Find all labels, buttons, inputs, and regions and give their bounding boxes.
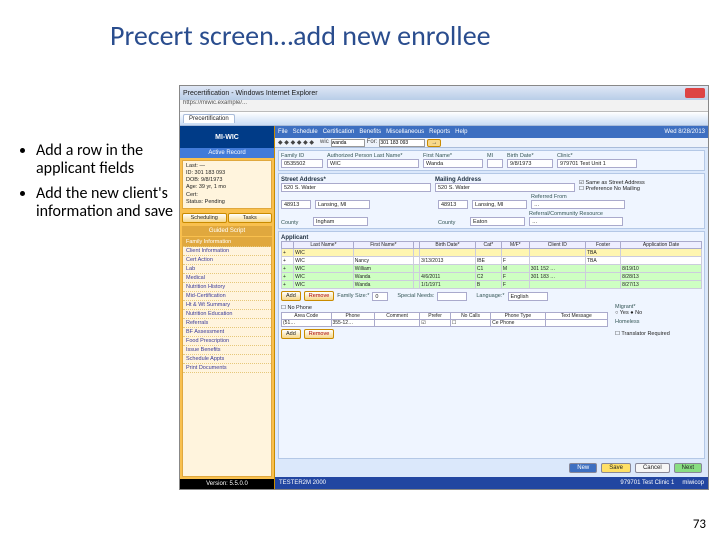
embedded-screenshot: Precertification - Windows Internet Expl… [179, 85, 709, 490]
nav-bf-assessment[interactable]: BF Assessment [183, 328, 271, 337]
url-bar[interactable]: https://miwic.example/... [180, 100, 708, 112]
search-name-input[interactable] [331, 139, 365, 147]
family-size-field[interactable]: 0 [372, 292, 388, 301]
save-button[interactable]: Save [601, 463, 631, 473]
street-address-field[interactable]: 520 S. Water [281, 183, 431, 192]
county1-field[interactable]: Ingham [313, 217, 368, 226]
menu-reports[interactable]: Reports [429, 129, 450, 135]
table-row[interactable]: +WICWilliamC1M301 152 …8/19/10 [282, 265, 702, 273]
next-button[interactable]: Next [674, 463, 702, 473]
browser-tab[interactable]: Precertification [183, 114, 235, 123]
zip1-field[interactable]: 48913 [281, 200, 311, 209]
nav-client-information[interactable]: Client Information [183, 247, 271, 256]
language-field[interactable]: English [508, 292, 548, 301]
menu-miscellaneous[interactable]: Miscellaneous [386, 129, 424, 135]
nav-food-prescription[interactable]: Food Prescription [183, 337, 271, 346]
phone-table: Area CodePhoneCommentPreferNo CallsPhone… [281, 312, 608, 327]
translator-checkbox[interactable]: ☐ Translator Required [615, 331, 702, 337]
new-button[interactable]: New [569, 463, 597, 473]
page-number: 73 [693, 517, 706, 532]
nav-lab[interactable]: Lab [183, 265, 271, 274]
mi-field[interactable] [487, 159, 503, 168]
mailing-address-field[interactable]: 520 S. Water [435, 183, 575, 192]
close-icon[interactable] [685, 88, 705, 98]
toolbar-icons[interactable]: ◆ ◆ ◆ ◆ ◆ ◆ [278, 139, 314, 146]
nav-mid-certification[interactable]: Mid-Certification [183, 292, 271, 301]
table-row[interactable]: (51…355-12…☑☐Ce Phone [282, 320, 608, 327]
window-title: Precertification - Windows Internet Expl… [183, 90, 318, 97]
slide-title: Precert screen…add new enrollee [0, 0, 720, 53]
table-row[interactable]: +WICNancy3/13/2013IBEFTBA [282, 257, 702, 265]
family-id-field[interactable]: 0535502 [281, 159, 323, 168]
nav-issue-benefits[interactable]: Issue Benefits [183, 346, 271, 355]
referral-resource-field[interactable]: … [529, 217, 623, 226]
city1-field[interactable]: Lansing, MI [315, 200, 370, 209]
nav-family-information[interactable]: Family Information [183, 238, 271, 247]
nav-ht-wt-summary[interactable]: Ht & Wt Summary [183, 301, 271, 310]
menu-schedule[interactable]: Schedule [293, 129, 318, 135]
bullet-2: Add the new client's information and sav… [36, 185, 177, 222]
remove-phone-button[interactable]: Remove [304, 329, 334, 339]
special-needs-field[interactable] [437, 292, 467, 301]
zip2-field[interactable]: 48913 [438, 200, 468, 209]
table-row[interactable]: +WICTBA [282, 249, 702, 257]
app-logo: MI-WIC [180, 126, 274, 148]
search-go-button[interactable]: → [427, 139, 441, 147]
menu-file[interactable]: File [278, 129, 288, 135]
applicant-table: Last Name*First Name*Birth Date*Cat*M/F*… [281, 241, 702, 289]
scheduling-button[interactable]: Scheduling [182, 213, 227, 223]
table-row[interactable]: +WICWanda4/6/2011C2F301 183 …8/28/13 [282, 273, 702, 281]
county2-field[interactable]: Eaton [470, 217, 525, 226]
birth-date-field[interactable]: 9/8/1973 [507, 159, 553, 168]
menu-benefits[interactable]: Benefits [359, 129, 381, 135]
nav-referrals[interactable]: Referrals [183, 319, 271, 328]
main-area: File Schedule Certification Benefits Mis… [275, 126, 708, 489]
nav-nutrition-history[interactable]: Nutrition History [183, 283, 271, 292]
menu-bar: File Schedule Certification Benefits Mis… [275, 126, 708, 138]
migrant-radio-group[interactable]: ○ Yes ● No [615, 310, 702, 316]
nav-schedule-appts[interactable]: Schedule Appts [183, 355, 271, 364]
status-bar: TESTER2M 2000 979701 Test Clinic 1 miwic… [275, 477, 708, 489]
tasks-button[interactable]: Tasks [228, 213, 273, 223]
applicant-section-label: Applicant [281, 235, 308, 241]
clinic-field[interactable]: 979701 Test Unit 1 [557, 159, 637, 168]
add-phone-button[interactable]: Add [281, 329, 301, 339]
auth-last-name-field[interactable]: WIC [327, 159, 419, 168]
active-record-box: Last: — ID: 301 183 093 DOB: 9/8/1973 Ag… [182, 160, 272, 209]
no-phone-checkbox[interactable]: ☐ No Phone [281, 305, 312, 311]
guided-script-header: Guided Script [182, 226, 272, 236]
homeless-label: Homeless [615, 319, 702, 325]
nav-medical[interactable]: Medical [183, 274, 271, 283]
sidebar: MI-WIC Active Record Last: — ID: 301 183… [180, 126, 275, 489]
add-applicant-button[interactable]: Add [281, 291, 301, 301]
version-label: Version: 5.5.0.0 [180, 479, 274, 489]
active-record-header: Active Record [180, 148, 274, 158]
search-id-input[interactable] [379, 139, 425, 147]
guided-script-nav: Family Information Client Information Ce… [182, 237, 272, 477]
cancel-button[interactable]: Cancel [635, 463, 670, 473]
table-row[interactable]: +WICWanda1/1/1971BF8/27/13 [282, 281, 702, 289]
referred-from-field[interactable]: … [531, 200, 625, 209]
first-name-field[interactable]: Wanda [423, 159, 483, 168]
pref-no-mailing-checkbox[interactable]: ☐ Preference No Mailing [579, 186, 679, 192]
nav-print-documents[interactable]: Print Documents [183, 364, 271, 373]
menu-date: Wed 8/28/2013 [664, 129, 705, 135]
menu-certification[interactable]: Certification [323, 129, 355, 135]
slide-bullets: Add a row in the applicant fields Add th… [22, 142, 177, 228]
nav-cert-action[interactable]: Cert Action [183, 256, 271, 265]
remove-applicant-button[interactable]: Remove [304, 291, 334, 301]
nav-nutrition-education[interactable]: Nutrition Education [183, 310, 271, 319]
bullet-1: Add a row in the applicant fields [36, 142, 177, 179]
menu-help[interactable]: Help [455, 129, 467, 135]
city2-field[interactable]: Lansing, MI [472, 200, 527, 209]
